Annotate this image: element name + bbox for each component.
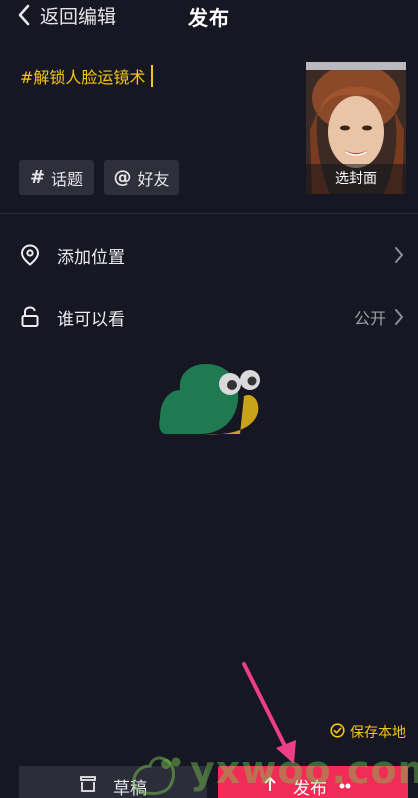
mention-friend-chip-button[interactable]: @ 好友 [104, 160, 179, 195]
unlock-icon [20, 306, 40, 332]
caption-text: #解锁人脸运镜术 [20, 68, 146, 87]
add-location-row[interactable]: 添加位置 [0, 230, 418, 280]
chevron-right-icon [394, 246, 404, 268]
caption-input[interactable]: #解锁人脸运镜术 [20, 64, 154, 88]
section-divider [0, 213, 418, 214]
publish-screen: 返回编辑 发布 #解锁人脸运镜术 选封面 # 话题 @ 好友 添加位置 谁可以看… [0, 0, 418, 798]
publish-label: 发布 [293, 778, 327, 798]
topic-chip-button[interactable]: # 话题 [19, 160, 94, 195]
topic-label: 话题 [51, 169, 84, 189]
cover-thumbnail[interactable]: 选封面 [306, 62, 406, 194]
header-bar: 返回编辑 发布 [0, 0, 418, 36]
page-title: 发布 [188, 6, 230, 30]
save-locally-toggle[interactable]: 保存本地 [330, 722, 406, 742]
at-sign-icon: @ [113, 167, 132, 188]
chevron-right-icon [394, 308, 404, 330]
who-can-view-row[interactable]: 谁可以看 公开 [0, 292, 418, 342]
save-locally-label: 保存本地 [350, 725, 406, 741]
draft-label: 草稿 [113, 778, 147, 798]
draft-box-icon [79, 775, 113, 798]
add-location-label: 添加位置 [57, 247, 125, 268]
annotation-arrow-icon [242, 662, 296, 764]
upload-sparkle-icon [261, 775, 293, 798]
check-circle-icon [330, 722, 350, 742]
friend-label: 好友 [137, 169, 170, 189]
choose-cover-label: 选封面 [306, 164, 406, 194]
privacy-value: 公开 [353, 309, 386, 328]
publish-button[interactable]: 发布 [218, 766, 408, 798]
save-draft-button[interactable]: 草稿 [19, 766, 207, 798]
who-can-view-label: 谁可以看 [57, 309, 125, 330]
snail-watermark-logo [159, 364, 260, 435]
location-pin-icon [20, 244, 40, 270]
hashtag-icon: # [29, 167, 46, 188]
cover-top-strip [306, 62, 406, 70]
sparkle-dots-icon [339, 776, 365, 796]
text-caret [151, 65, 154, 87]
